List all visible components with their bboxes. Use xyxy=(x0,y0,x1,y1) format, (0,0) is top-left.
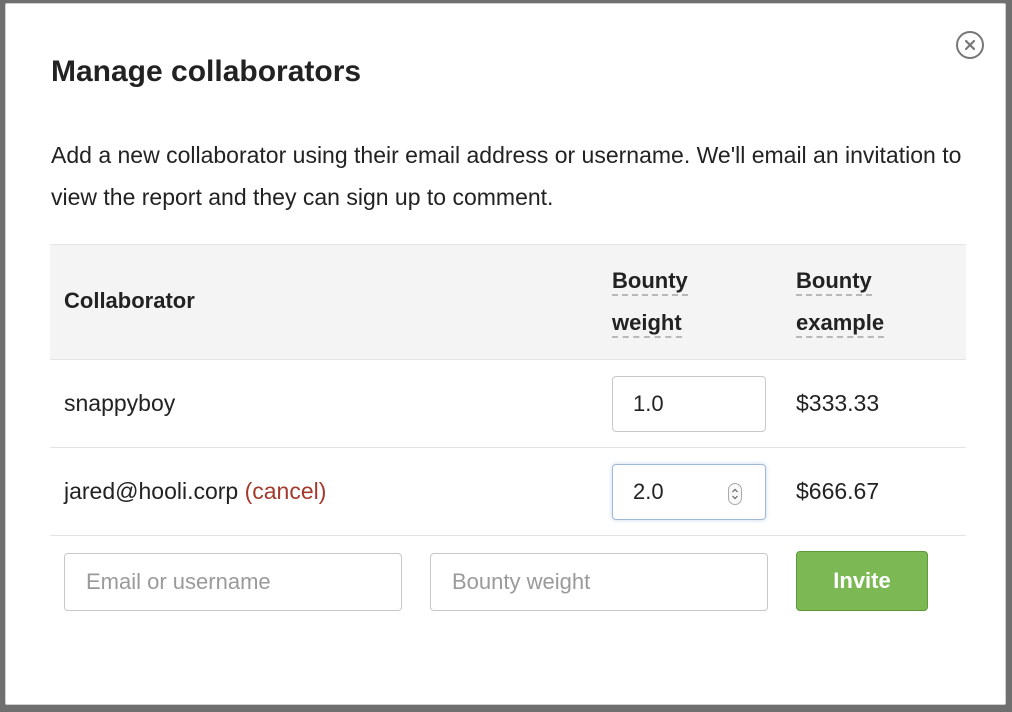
header-bounty-weight-line1: Bounty xyxy=(612,268,688,296)
header-bounty-weight-line2: weight xyxy=(612,310,682,338)
header-bounty-weight[interactable]: Bounty weight xyxy=(612,260,688,344)
collaborator-name-text: snappyboy xyxy=(64,390,176,416)
close-x-glyph xyxy=(964,39,976,51)
bounty-weight-input[interactable] xyxy=(612,464,766,520)
close-icon[interactable] xyxy=(956,31,984,59)
collaborator-name: snappyboy xyxy=(64,388,175,418)
manage-collaborators-dialog: Manage collaborators Add a new collabora… xyxy=(5,3,1006,705)
header-bounty-example[interactable]: Bounty example xyxy=(796,260,885,344)
dialog-description: Add a new collaborator using their email… xyxy=(51,142,962,210)
collaborators-table: Collaborator Bounty weight Bounty exampl… xyxy=(50,244,966,626)
number-stepper[interactable] xyxy=(728,483,742,505)
header-collaborator: Collaborator xyxy=(64,288,195,313)
header-bounty-example-line1: Bounty xyxy=(796,268,872,296)
collaborator-name-text: jared@hooli.corp xyxy=(64,478,239,504)
email-or-username-input[interactable] xyxy=(64,553,402,611)
table-header: Collaborator Bounty weight Bounty exampl… xyxy=(50,244,966,360)
collaborator-name: jared@hooli.corp (cancel) xyxy=(64,476,326,506)
new-bounty-weight-input[interactable] xyxy=(430,553,768,611)
bounty-weight-input[interactable] xyxy=(612,376,766,432)
table-row: jared@hooli.corp (cancel) $666.67 xyxy=(50,448,966,536)
bounty-example-value: $333.33 xyxy=(796,390,880,416)
dialog-title: Manage collaborators xyxy=(51,55,362,88)
header-bounty-example-line2: example xyxy=(796,310,885,338)
cancel-invite-link[interactable]: (cancel) xyxy=(245,478,327,504)
table-row: snappyboy $333.33 xyxy=(50,360,966,448)
invite-button[interactable]: Invite xyxy=(796,551,928,611)
stepper-arrows-icon xyxy=(732,488,738,500)
invite-form-row: Invite xyxy=(50,536,966,626)
bounty-example-value: $666.67 xyxy=(796,478,880,504)
